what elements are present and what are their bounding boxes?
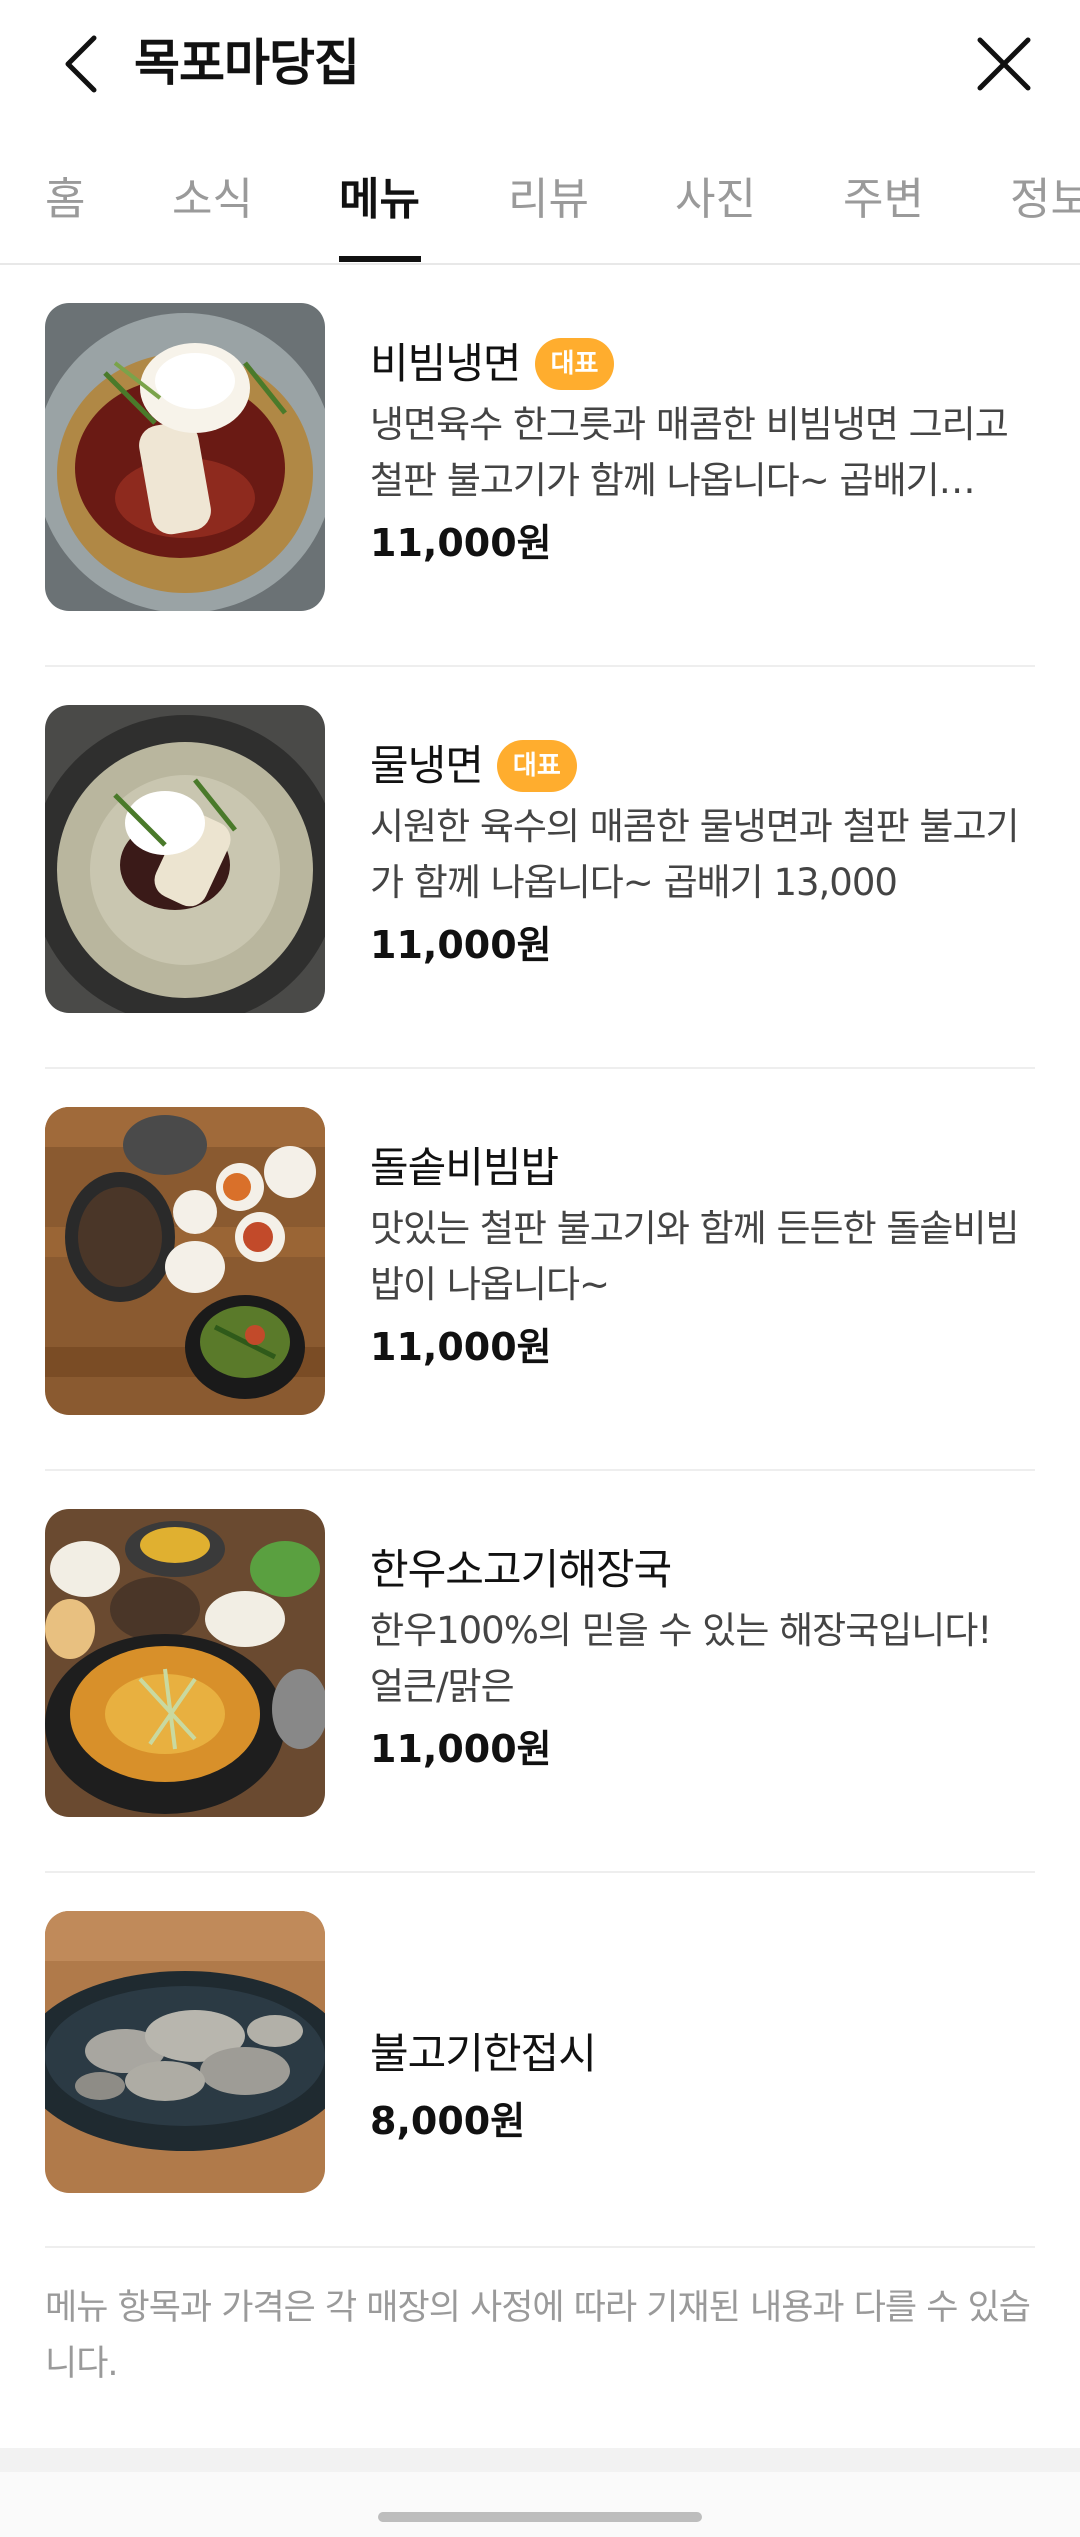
menu-item[interactable]: 물냉면 대표 시원한 육수의 매콤한 물냉면과 철판 불고기가 함께 나옵니다~… xyxy=(45,667,1035,1069)
tab-bar: 홈 소식 메뉴 리뷰 사진 주변 정보 xyxy=(0,150,1080,265)
menu-item-price: 11,000원 xyxy=(370,923,552,967)
menu-item[interactable]: 한우소고기해장국 한우100%의 믿을 수 있는 해장국입니다! 얼큰/맑은 1… xyxy=(45,1471,1035,1873)
active-tab-indicator xyxy=(339,256,421,262)
bottom-bar xyxy=(0,2472,1080,2537)
tab-nearby[interactable]: 주변 xyxy=(843,170,924,230)
menu-item-description: 맛있는 철판 불고기와 함께 든든한 돌솥비빔밥이 나옵니다~ xyxy=(370,1207,1020,1306)
menu-item-description: 냉면육수 한그릇과 매콤한 비빔냉면 그리고 철판 불고기가 함께 나옵니다~ … xyxy=(370,403,1009,502)
menu-item-description: 한우100%의 믿을 수 있는 해장국입니다! 얼큰/맑은 xyxy=(370,1609,992,1708)
tab-home[interactable]: 홈 xyxy=(45,170,85,230)
menu-item-photo xyxy=(45,303,325,611)
tab-reviews[interactable]: 리뷰 xyxy=(508,170,589,230)
tab-photos[interactable]: 사진 xyxy=(675,170,756,230)
page-title: 목포마당집 xyxy=(134,34,360,92)
menu-item-name: 돌솥비빔밥 xyxy=(370,1143,559,1192)
menu-item-photo xyxy=(45,705,325,1013)
menu-item-info: 물냉면 대표 시원한 육수의 매콤한 물냉면과 철판 불고기가 함께 나옵니다~… xyxy=(370,733,1035,975)
bottom-area xyxy=(0,2448,1080,2537)
tab-info[interactable]: 정보 xyxy=(1010,170,1080,230)
menu-item-price: 8,000원 xyxy=(370,2099,526,2143)
signature-badge: 대표 xyxy=(534,338,615,390)
signature-badge: 대표 xyxy=(496,740,577,792)
home-indicator[interactable] xyxy=(378,2512,702,2522)
menu-disclaimer: 메뉴 항목과 가격은 각 매장의 사정에 따라 기재된 내용과 다를 수 있습니… xyxy=(45,2288,1031,2384)
menu-item-info: 한우소고기해장국 한우100%의 믿을 수 있는 해장국입니다! 얼큰/맑은 1… xyxy=(370,1537,1035,1779)
chevron-left-icon xyxy=(65,35,97,93)
menu-item-info: 불고기한접시 8,000원 xyxy=(370,2021,1035,2151)
menu-item-description: 시원한 육수의 매콤한 물냉면과 철판 불고기가 함께 나옵니다~ 곱배기 13… xyxy=(370,805,1020,904)
close-button[interactable] xyxy=(968,28,1040,100)
menu-item-price: 11,000원 xyxy=(370,1727,552,1771)
divider xyxy=(45,2246,1035,2248)
tab-news[interactable]: 소식 xyxy=(172,170,253,230)
menu-item-info: 돌솥비빔밥 맛있는 철판 불고기와 함께 든든한 돌솥비빔밥이 나옵니다~ 11… xyxy=(370,1135,1035,1377)
menu-item-photo xyxy=(45,1911,325,2193)
menu-item-name: 불고기한접시 xyxy=(370,2029,597,2078)
close-icon xyxy=(977,37,1031,91)
menu-item-photo xyxy=(45,1509,325,1817)
menu-item[interactable]: 불고기한접시 8,000원 xyxy=(45,1873,1035,2248)
menu-item-name: 물냉면 xyxy=(370,741,484,790)
menu-item-photo xyxy=(45,1107,325,1415)
menu-item-name: 한우소고기해장국 xyxy=(370,1545,672,1594)
menu-item-price: 11,000원 xyxy=(370,521,552,565)
menu-item-name: 비빔냉면 xyxy=(370,339,522,388)
menu-item-info: 비빔냉면 대표 냉면육수 한그릇과 매콤한 비빔냉면 그리고 철판 불고기가 함… xyxy=(370,331,1035,573)
menu-item[interactable]: 돌솥비빔밥 맛있는 철판 불고기와 함께 든든한 돌솥비빔밥이 나옵니다~ 11… xyxy=(45,1069,1035,1471)
menu-item-price: 11,000원 xyxy=(370,1325,552,1369)
tab-menu[interactable]: 메뉴 xyxy=(339,170,420,230)
header: 목포마당집 xyxy=(0,0,1080,130)
back-button[interactable] xyxy=(48,28,112,100)
menu-item[interactable]: 비빔냉면 대표 냉면육수 한그릇과 매콤한 비빔냉면 그리고 철판 불고기가 함… xyxy=(45,265,1035,667)
